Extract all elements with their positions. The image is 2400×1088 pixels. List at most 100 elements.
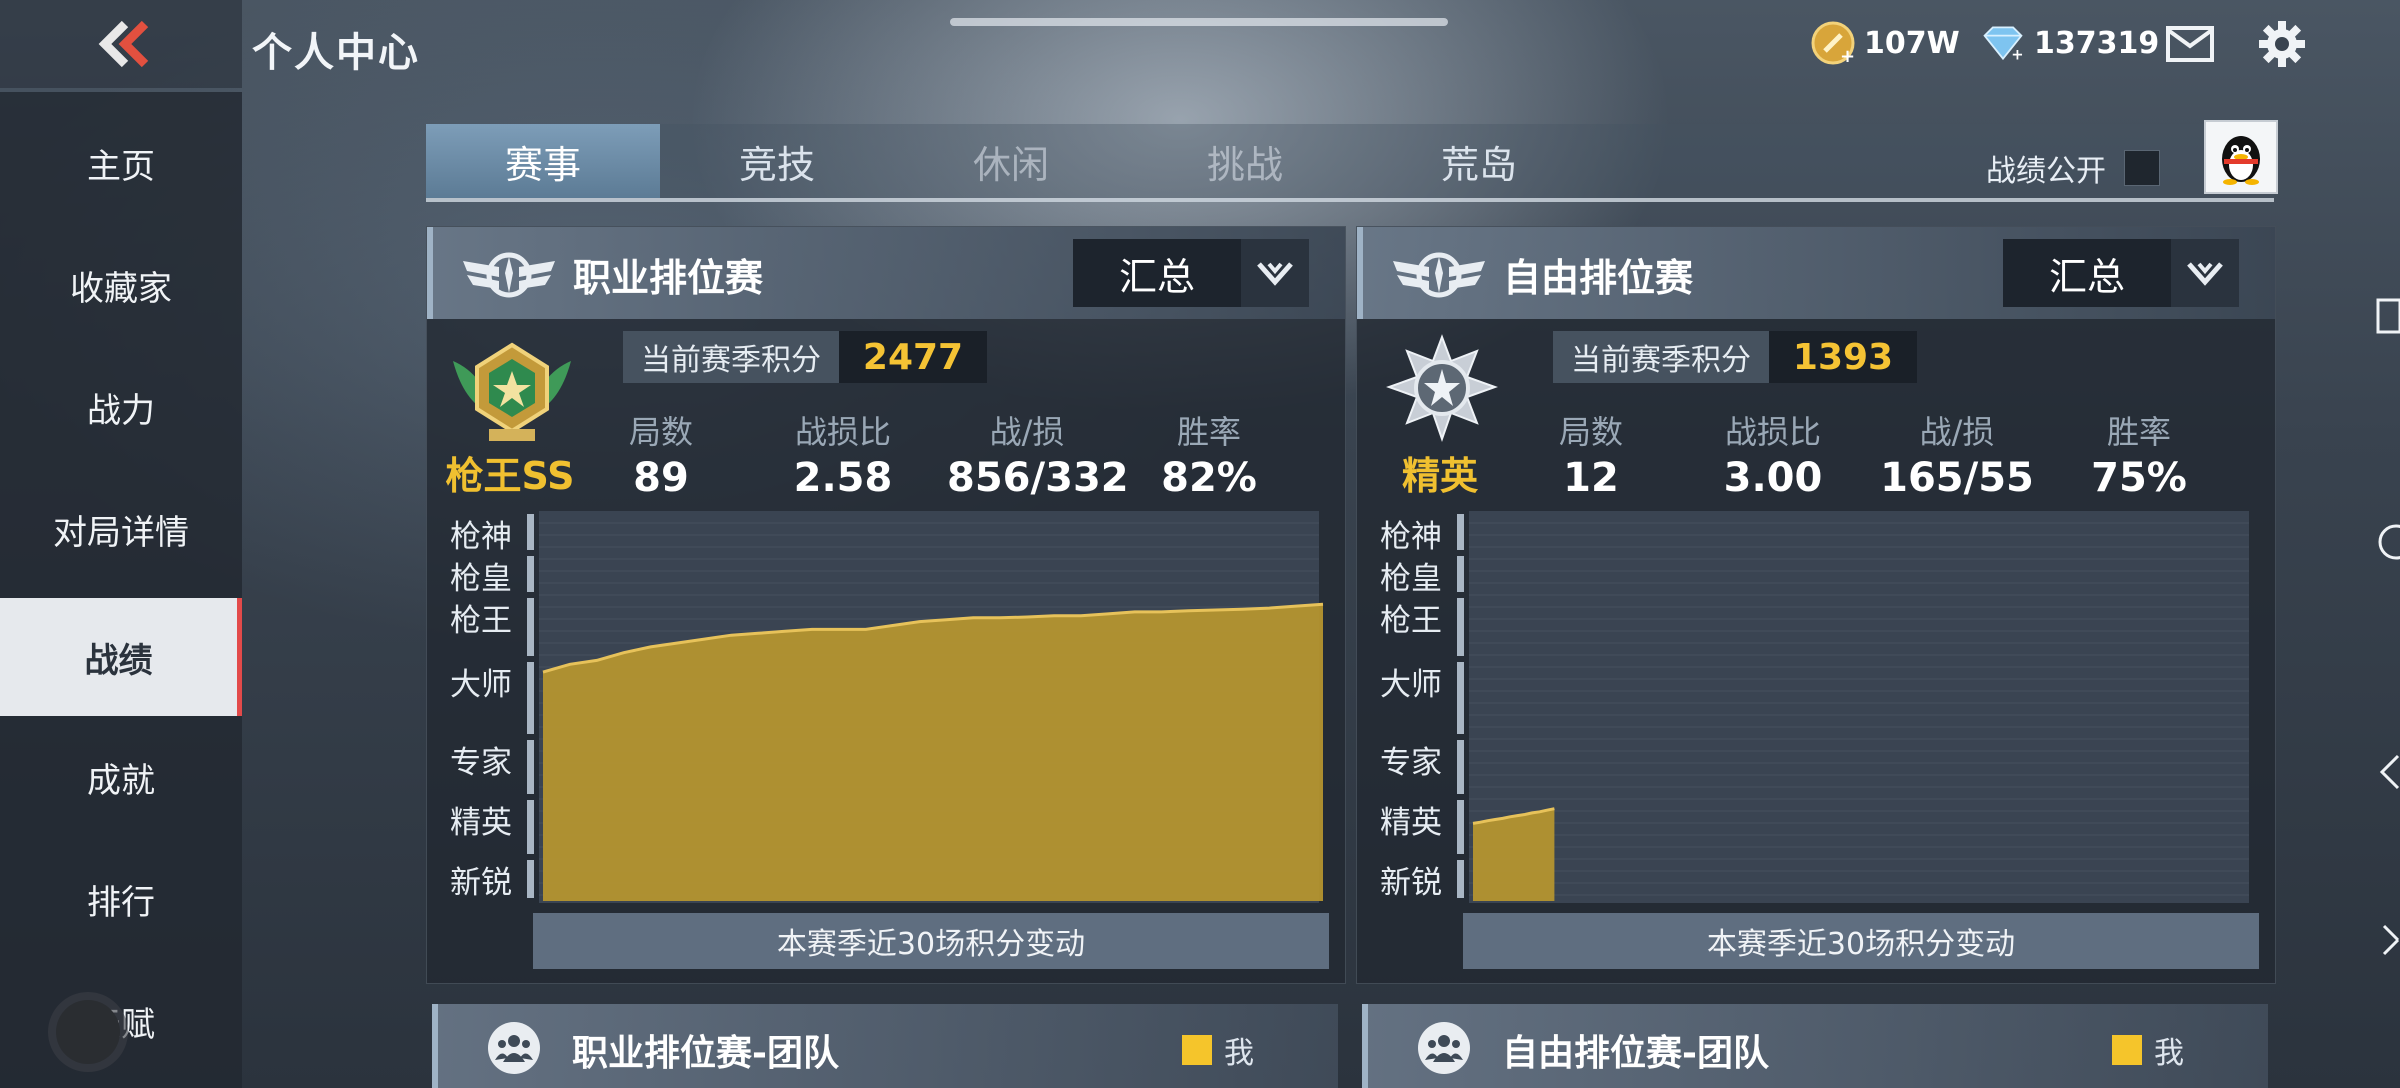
tier-label: 精英 xyxy=(450,805,512,841)
tier-label: 新锐 xyxy=(450,865,512,901)
tier-label: 枪皇 xyxy=(450,561,512,597)
tier-axis-segment xyxy=(527,662,534,734)
chart-caption: 本赛季近30场积分变动 xyxy=(1463,913,2259,969)
rank-name: 精英 xyxy=(1401,454,1478,498)
sidebar-item-records[interactable]: 战绩 xyxy=(0,598,242,716)
top-bar: 个人中心 + 107W + 137319 xyxy=(0,0,2400,88)
sidebar-item-home[interactable]: 主页 xyxy=(0,104,242,222)
tab-events[interactable]: 赛事 xyxy=(426,124,660,198)
sidebar-item-ranking[interactable]: 排行 xyxy=(0,840,242,958)
season-score: 当前赛季积分 1393 xyxy=(1553,331,1917,383)
stat-win-rate: 胜率 82% xyxy=(1129,407,1289,501)
stat-value: 82% xyxy=(1161,455,1257,501)
tier-label: 大师 xyxy=(1380,667,1442,703)
back-button[interactable] xyxy=(0,0,242,88)
wing-emblem-icon xyxy=(1393,252,1485,298)
tab-casual[interactable]: 休闲 xyxy=(894,124,1128,198)
sidebar: 主页 收藏家 战力 对局详情 战绩 成就 排行 天赋 xyxy=(0,92,242,1088)
svg-text:+: + xyxy=(1840,46,1855,66)
tier-axis-segment xyxy=(527,514,534,550)
panel-pro-ranked: 职业排位赛 汇总 枪王SS 当前赛季积分 2477 局数 89 战损比 2.58 战… xyxy=(426,226,1346,984)
stat-label: 局数 xyxy=(1558,413,1623,451)
rank-badge-icon xyxy=(453,342,571,441)
score-trend-chart xyxy=(527,511,1324,903)
panel-pro-ranked-team[interactable]: 职业排位赛-团队 我 xyxy=(432,1004,1338,1088)
qq-share-button[interactable] xyxy=(2204,120,2278,194)
tier-label: 枪神 xyxy=(1380,519,1442,555)
public-stats-toggle[interactable]: 战绩公开 xyxy=(1986,146,2160,190)
tab-island[interactable]: 荒岛 xyxy=(1362,124,1596,198)
dropdown-label: 汇总 xyxy=(2048,254,2125,299)
sidebar-item-match-details[interactable]: 对局详情 xyxy=(0,470,242,588)
panel-free-ranked: 自由排位赛 汇总 精英 当前赛季积分 1393 局数 12 战损比 3.00 战/损… xyxy=(1356,226,2276,984)
diamond-counter[interactable]: + 137319 xyxy=(1980,18,2159,68)
mail-button[interactable] xyxy=(2164,18,2216,70)
tab-challenge[interactable]: 挑战 xyxy=(1128,124,1362,198)
settings-button[interactable] xyxy=(2256,18,2308,70)
score-trend-chart xyxy=(1457,511,2249,903)
stat-value: 75% xyxy=(2091,455,2187,501)
legend-me: 我 xyxy=(1182,1028,1254,1072)
tier-label: 枪皇 xyxy=(1380,561,1442,597)
tier-axis-segment xyxy=(527,598,534,656)
svg-text:+: + xyxy=(2011,47,2023,63)
public-stats-label: 战绩公开 xyxy=(1986,154,2106,189)
stat-label: 局数 xyxy=(628,413,693,451)
season-score-label: 当前赛季积分 xyxy=(1553,331,1769,383)
dropdown-label: 汇总 xyxy=(1118,254,1195,299)
gold-coin-icon: + xyxy=(1810,20,1856,66)
season-score: 当前赛季积分 2477 xyxy=(623,331,987,383)
stat-kills-deaths: 战/损 856/332 xyxy=(947,407,1129,501)
plot-background xyxy=(1469,511,2249,903)
panel-free-ranked-team[interactable]: 自由排位赛-团队 我 xyxy=(1362,1004,2268,1088)
panel-header: 职业排位赛 汇总 xyxy=(427,227,1345,319)
tab-competitive[interactable]: 竞技 xyxy=(660,124,894,198)
sidebar-item-talent[interactable]: 天赋 xyxy=(0,962,242,1080)
recent-apps-icon[interactable] xyxy=(2370,296,2400,336)
back-nav-icon[interactable] xyxy=(2370,752,2400,792)
rank-badge-icon xyxy=(1386,334,1498,443)
page-title: 个人中心 xyxy=(252,30,420,76)
close-nav-icon[interactable] xyxy=(2370,918,2400,958)
stat-win-rate: 胜率 75% xyxy=(2059,407,2219,501)
diamond-value: 137319 xyxy=(2034,25,2160,61)
tier-label: 新锐 xyxy=(1380,865,1442,901)
stat-value: 3.00 xyxy=(1723,455,1823,501)
tier-axis-segment xyxy=(1457,740,1464,794)
floating-assistant-ball[interactable] xyxy=(56,1000,120,1064)
wing-emblem-icon xyxy=(463,252,555,298)
gold-counter[interactable]: + 107W xyxy=(1810,18,1960,68)
team-icon xyxy=(488,1022,540,1074)
stat-value: 2.58 xyxy=(793,455,893,501)
home-icon[interactable] xyxy=(2370,522,2400,562)
tier-label: 精英 xyxy=(1380,805,1442,841)
chevron-down-icon xyxy=(2171,239,2239,307)
gear-icon xyxy=(2259,21,2305,67)
stat-kd-ratio: 战损比 2.58 xyxy=(763,407,923,501)
tier-axis-segment xyxy=(1457,598,1464,656)
stat-value: 856/332 xyxy=(947,455,1129,501)
panel-header: 自由排位赛 汇总 xyxy=(1357,227,2275,319)
stat-label: 胜率 xyxy=(1176,413,1241,451)
public-stats-checkbox[interactable] xyxy=(2124,150,2160,186)
tier-axis-segment xyxy=(527,740,534,794)
sidebar-item-power[interactable]: 战力 xyxy=(0,348,242,466)
rank-name: 枪王SS xyxy=(445,454,575,498)
legend-me: 我 xyxy=(2112,1028,2184,1072)
stat-value: 165/55 xyxy=(1880,455,2034,501)
back-chevrons-icon xyxy=(98,20,149,68)
sidebar-item-achievements[interactable]: 成就 xyxy=(0,718,242,836)
summary-dropdown[interactable]: 汇总 xyxy=(2003,239,2239,307)
tier-axis-segment xyxy=(527,800,534,854)
stat-label: 战/损 xyxy=(1919,413,1995,451)
panel-title: 职业排位赛-团队 xyxy=(572,1033,839,1074)
gold-value: 107W xyxy=(1864,25,1960,61)
summary-dropdown[interactable]: 汇总 xyxy=(1073,239,1309,307)
tier-label: 枪神 xyxy=(450,519,512,555)
tier-axis-segment xyxy=(1457,860,1464,898)
sidebar-item-collector[interactable]: 收藏家 xyxy=(0,226,242,344)
diamond-icon: + xyxy=(1980,20,2026,66)
stat-label: 胜率 xyxy=(2106,413,2171,451)
legend-label: 我 xyxy=(1224,1036,1254,1071)
season-score-value: 1393 xyxy=(1769,331,1917,383)
